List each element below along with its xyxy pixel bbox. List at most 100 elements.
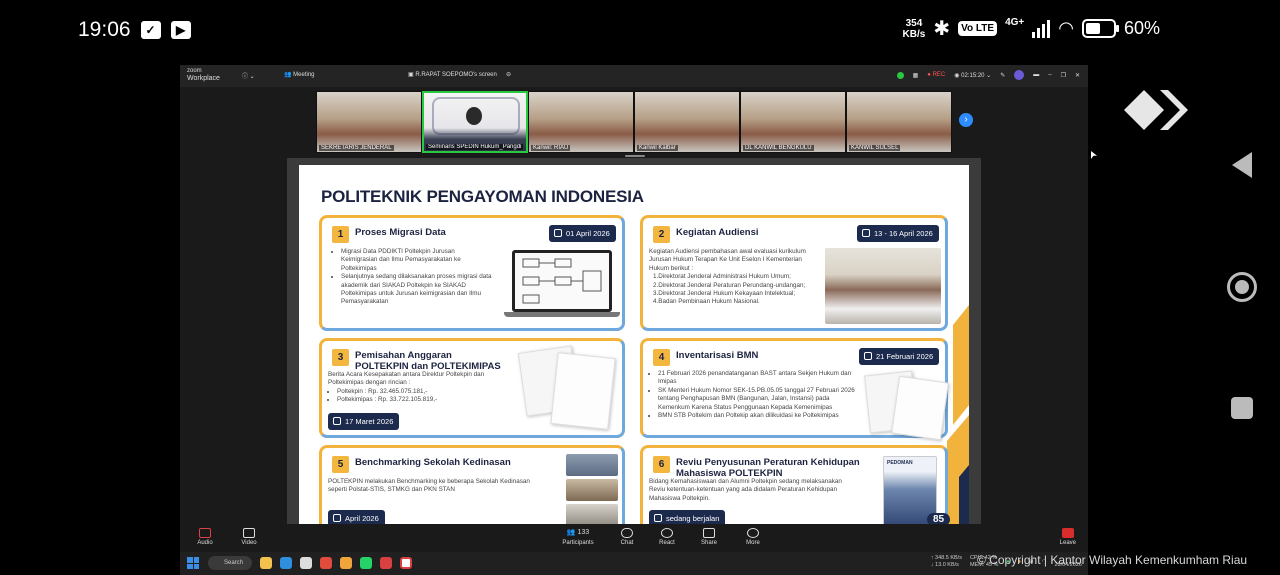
layout-icon[interactable]: ▦ bbox=[913, 72, 919, 79]
date-badge: 01 April 2026 bbox=[549, 225, 616, 242]
chrome-profile-icon[interactable] bbox=[340, 557, 352, 569]
security-shield-icon[interactable] bbox=[896, 71, 904, 79]
next-page-button[interactable]: › bbox=[959, 113, 973, 127]
drag-handle[interactable] bbox=[625, 155, 645, 157]
copyright-watermark: © Copyright | Kantor Wilayah Kemenkumham… bbox=[977, 553, 1248, 567]
card-number: 1 bbox=[332, 226, 349, 243]
date-badge: April 2026 bbox=[328, 510, 385, 525]
taskbar-search[interactable]: Search bbox=[208, 556, 252, 570]
recent-apps-button[interactable] bbox=[1231, 397, 1253, 419]
stop-share-icon[interactable]: ⊖ bbox=[506, 71, 511, 78]
leave-button[interactable]: Leave bbox=[1060, 528, 1076, 546]
status-right: 354 KB/s ✱ Vo LTE 4G+ ◠ 60% bbox=[903, 16, 1160, 41]
chat-button[interactable]: Chat bbox=[607, 528, 647, 546]
card-text: Berita Acara Kesepakatan antara Direktur… bbox=[328, 371, 498, 405]
battery-percent: 60% bbox=[1123, 18, 1160, 38]
close-icon[interactable]: ✕ bbox=[1075, 72, 1080, 79]
benchmark-photo bbox=[566, 454, 618, 476]
card-text: Migrasi Data PDDIKTI Poltekpin Jurusan K… bbox=[332, 248, 492, 307]
card-number: 5 bbox=[332, 456, 349, 473]
minimize-icon[interactable]: – bbox=[1048, 72, 1051, 78]
backdrop-logo bbox=[432, 97, 520, 135]
store-icon[interactable] bbox=[300, 557, 312, 569]
tab-screen-share[interactable]: ▣ R.RAPAT SOEPOMO's screen bbox=[408, 71, 497, 78]
tab-meeting[interactable]: 👥 Meeting bbox=[284, 71, 315, 78]
view-icon[interactable]: ▬ bbox=[1033, 72, 1039, 78]
document-image bbox=[891, 375, 949, 441]
heart-icon bbox=[661, 528, 673, 538]
signal-bars-icon bbox=[1032, 19, 1051, 38]
back-button[interactable] bbox=[1232, 152, 1252, 178]
video-tile[interactable]: KANWIL SULSEL bbox=[846, 91, 952, 153]
audio-button[interactable]: Audio bbox=[185, 528, 225, 546]
file-explorer-icon[interactable] bbox=[260, 557, 272, 569]
card-title: Benchmarking Sekolah Kedinasan bbox=[355, 457, 511, 468]
whatsapp-icon[interactable] bbox=[360, 557, 372, 569]
zoom-title-bar: zoom Workplace ⓘ ⌄ 👥 Meeting ▣ R.RAPAT S… bbox=[180, 65, 1088, 87]
benchmark-photo bbox=[566, 504, 618, 525]
share-button[interactable]: Share bbox=[689, 528, 729, 546]
card-number: 4 bbox=[653, 349, 670, 366]
more-icon bbox=[747, 528, 759, 538]
card-text: POLTEKPIN melakukan Benchmarking ke bebe… bbox=[328, 478, 530, 494]
network-type: 4G+ bbox=[1005, 17, 1025, 28]
card-text: 21 Februari 2026 penandatanganan BAST an… bbox=[649, 370, 859, 420]
video-tile[interactable]: Kanwil: RIAU bbox=[528, 91, 634, 153]
react-button[interactable]: React bbox=[647, 528, 687, 546]
card-number: 3 bbox=[332, 349, 349, 366]
video-tile[interactable]: SEKRETARIS JENDERAL bbox=[316, 91, 422, 153]
date-badge: sedang berjalan bbox=[649, 510, 726, 525]
info-icon[interactable]: ⓘ ⌄ bbox=[242, 71, 255, 80]
zoom-app-icon[interactable] bbox=[400, 557, 412, 569]
card-title: Kegiatan Audiensi bbox=[676, 227, 759, 238]
microphone-muted-icon bbox=[199, 528, 211, 538]
taskbar-apps bbox=[260, 557, 412, 569]
zoom-toolbar: Audio Video 👥 133 Participants Chat React… bbox=[180, 524, 1088, 552]
home-button[interactable] bbox=[1227, 272, 1257, 302]
checkbox-notification-icon: ✓ bbox=[140, 21, 161, 39]
participants-icon: 👥 133 bbox=[566, 529, 590, 536]
annotate-icon[interactable]: ✎ bbox=[1000, 72, 1005, 79]
meeting-timer: ◉ 02:15:20 ⌄ bbox=[954, 72, 992, 79]
network-speed: ↑ 348.5 KB/s ↓ 13.0 KB/s bbox=[930, 555, 962, 568]
card-pemisahan-anggaran: 3 Pemisahan Anggaran POLTEKPIN dan POLTE… bbox=[319, 338, 625, 438]
video-button[interactable]: Video bbox=[229, 528, 269, 546]
app-icon[interactable] bbox=[380, 557, 392, 569]
avatar[interactable] bbox=[1014, 70, 1025, 80]
video-tile[interactable]: DL KANWIL BENGKULU bbox=[740, 91, 846, 153]
battery-icon bbox=[1081, 19, 1119, 38]
card-title: Proses Migrasi Data bbox=[355, 227, 446, 238]
date-badge: 17 Maret 2026 bbox=[328, 413, 400, 430]
card-text: Bidang Kemahasiswaan dan Alumni Poltekpi… bbox=[649, 478, 842, 502]
laptop-image bbox=[504, 250, 620, 317]
participants-button[interactable]: 👥 133 Participants bbox=[556, 528, 600, 546]
zoom-window: zoom Workplace ⓘ ⌄ 👥 Meeting ▣ R.RAPAT S… bbox=[180, 65, 1088, 552]
shared-slide: POLITEKNIK PENGAYOMAN INDONESIA 1 Proses… bbox=[299, 165, 969, 525]
card-title: Pemisahan Anggaran POLTEKPIN dan POLTEKI… bbox=[355, 350, 501, 372]
anydesk-logo-icon bbox=[1124, 90, 1188, 130]
card-number: 2 bbox=[653, 226, 670, 243]
windows-start-icon[interactable] bbox=[187, 557, 199, 569]
card-migrasi-data: 1 Proses Migrasi Data 01 April 2026 Migr… bbox=[319, 215, 625, 331]
more-button[interactable]: More bbox=[733, 528, 773, 546]
camera-icon bbox=[243, 528, 255, 538]
video-tile-active[interactable]: Seminaris SPEDIN Hukum_Pangdi bbox=[422, 91, 528, 153]
card-kegiatan-audiensi: 2 Kegiatan Audiensi 13 - 16 April 2026 K… bbox=[640, 215, 948, 331]
volte-badge: Vo LTE bbox=[958, 21, 998, 36]
card-number: 6 bbox=[653, 456, 670, 473]
card-benchmarking: 5 Benchmarking Sekolah Kedinasan POLTEKP… bbox=[319, 445, 625, 525]
chrome-icon[interactable] bbox=[320, 557, 332, 569]
card-title: Reviu Penyusunan Peraturan Kehidupan Mah… bbox=[676, 457, 860, 479]
card-title: Inventarisasi BMN bbox=[676, 350, 759, 361]
card-inventarisasi-bmn: 4 Inventarisasi BMN 21 Februari 2026 21 … bbox=[640, 338, 949, 441]
card-reviu-peraturan: 6 Reviu Penyusunan Peraturan Kehidupan M… bbox=[640, 445, 948, 525]
document-image bbox=[550, 352, 616, 430]
card-text: Kegiatan Audiensi pembahasan awal evalua… bbox=[649, 248, 806, 306]
benchmark-photo bbox=[566, 479, 618, 501]
edge-icon[interactable] bbox=[280, 557, 292, 569]
date-badge: 13 - 16 April 2026 bbox=[857, 225, 939, 242]
video-tile[interactable]: Kanwil Kalbar bbox=[634, 91, 740, 153]
windows-taskbar: Search ↑ 348.5 KB/s ↓ 13.0 KB/s CPU: 42 %… bbox=[180, 552, 1088, 575]
recording-indicator[interactable]: ● REC bbox=[927, 72, 945, 78]
restore-icon[interactable]: ❐ bbox=[1061, 72, 1066, 79]
